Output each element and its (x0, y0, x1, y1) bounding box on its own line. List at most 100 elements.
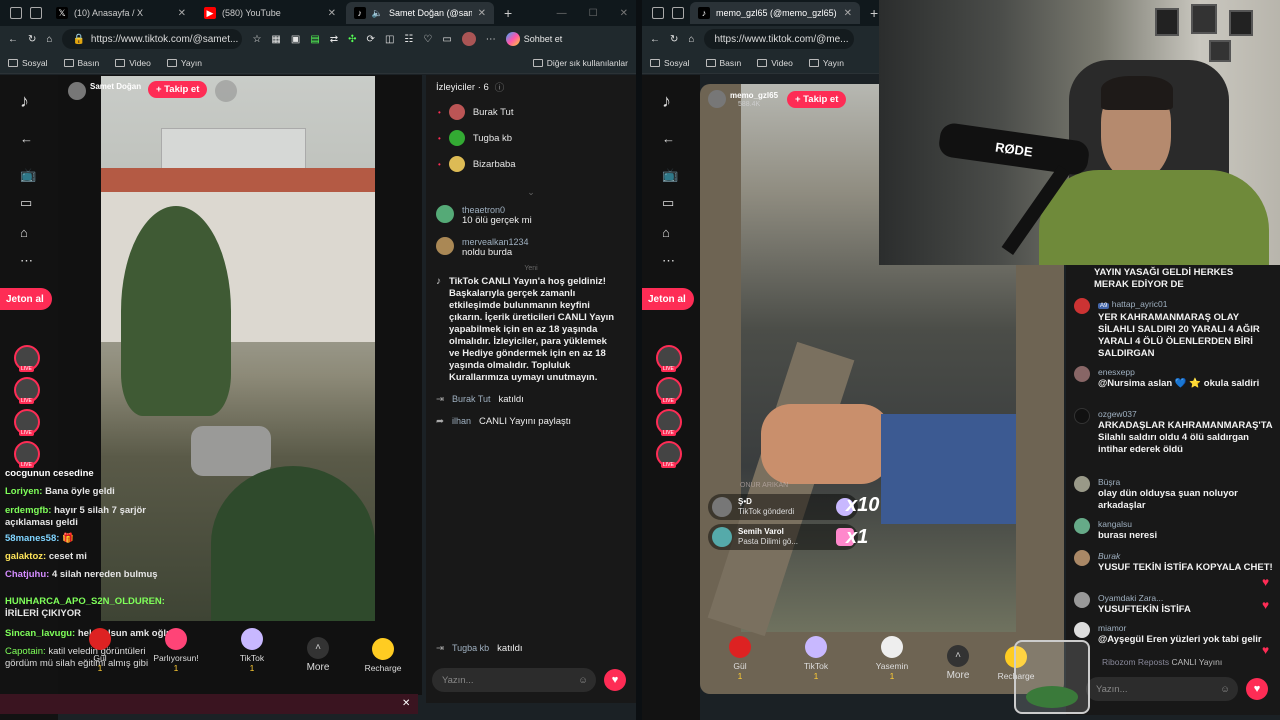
chat-user[interactable]: Büşra (1098, 476, 1274, 488)
minimize-button[interactable]: — (557, 8, 567, 19)
bookmark-sosyal[interactable]: Sosyal (8, 58, 48, 68)
like-button[interactable]: ♥ (604, 669, 626, 691)
home-icon[interactable]: ⌂ (662, 225, 670, 240)
follow-button[interactable]: + Takip et (787, 91, 847, 108)
live-avatar[interactable] (656, 441, 682, 468)
chevron-down-icon[interactable]: ⌄ (426, 177, 636, 201)
like-button[interactable]: ♥ (1246, 678, 1268, 700)
live-tv-icon[interactable]: 📺 (662, 167, 678, 183)
video-icon[interactable]: ▭ (20, 195, 32, 211)
home-icon[interactable]: ⌂ (46, 34, 52, 45)
url-field[interactable]: 🔒 https://www.tiktok.com/@samet... (62, 29, 243, 49)
streamer-name[interactable]: Samet Doğan (90, 82, 141, 91)
emoji-icon[interactable]: ☺ (578, 675, 588, 686)
more-icon[interactable]: ⋯ (20, 253, 33, 269)
gift-gul[interactable]: Gül 1 (62, 628, 138, 673)
back-icon[interactable]: ← (8, 34, 18, 45)
gift-yasemin[interactable]: Yasemin 1 (854, 636, 930, 681)
chat-user[interactable]: enesxepp (1098, 366, 1259, 378)
profile-avatar[interactable] (461, 32, 476, 46)
more-gifts-button[interactable]: ˄ More (290, 637, 346, 673)
bookmark-basin[interactable]: Basın (705, 58, 741, 68)
bookmark-yayin[interactable]: Yayın (166, 58, 202, 68)
live-avatar[interactable] (656, 409, 682, 436)
extension-icon[interactable]: ▦ (271, 34, 280, 45)
tab-actions-icon[interactable] (672, 7, 684, 19)
refresh-icon[interactable]: ↻ (670, 34, 678, 45)
chat-input[interactable]: Yazın... ☺ (1086, 677, 1238, 701)
bookmark-yayin[interactable]: Yayın (808, 58, 844, 68)
window-close-button[interactable]: ✕ (620, 8, 628, 19)
tab-tiktok[interactable]: ♪ 🔈 Samet Doğan (@samet46... ✕ (346, 2, 494, 24)
split-screen-icon[interactable]: ◫ (385, 34, 394, 45)
chat-user[interactable]: kangalsu (1098, 518, 1157, 530)
new-tab-button[interactable]: + (870, 5, 878, 21)
workspaces-icon[interactable] (652, 7, 664, 19)
url-field[interactable]: https://www.tiktok.com/@me... (704, 29, 855, 49)
viewer-row[interactable]: • Bizarbaba (426, 151, 636, 177)
streamer-name[interactable]: memo_gzl65 (730, 91, 778, 100)
live-avatar[interactable] (14, 409, 40, 436)
jeton-al-button[interactable]: Jeton al (0, 288, 52, 310)
live-avatar[interactable] (656, 345, 682, 372)
chat-user[interactable]: Oyamdaki Zara... (1098, 592, 1191, 604)
bookmark-video[interactable]: Video (757, 58, 793, 68)
extension-icon[interactable]: ✣ (348, 34, 356, 45)
streamer-avatar[interactable] (68, 82, 86, 100)
tab-actions-icon[interactable] (30, 7, 42, 19)
close-icon[interactable]: ✕ (328, 8, 336, 19)
video-icon[interactable]: ▭ (662, 195, 674, 211)
more-gifts-button[interactable]: ˄ More (930, 645, 986, 681)
new-tab-button[interactable]: + (504, 5, 512, 21)
recharge-button[interactable]: Recharge (346, 638, 420, 673)
close-icon[interactable]: ✕ (402, 698, 410, 709)
copilot-chat-button[interactable]: Sohbet et (505, 32, 562, 46)
emoji-icon[interactable]: ☺ (1220, 684, 1230, 695)
other-bookmarks[interactable]: Diğer sık kullanılanlar (532, 58, 628, 68)
back-arrow-icon[interactable]: ← (20, 131, 33, 146)
back-arrow-icon[interactable]: ← (662, 131, 675, 146)
streamer-avatar[interactable] (708, 90, 726, 108)
bookmark-sosyal[interactable]: Sosyal (650, 58, 690, 68)
chat-user[interactable]: theaetron0 (462, 205, 532, 215)
more-icon[interactable]: ⋯ (486, 34, 496, 45)
info-icon[interactable]: ⓘ (495, 80, 505, 94)
gift-tiktok[interactable]: TikTok 1 (214, 628, 290, 673)
more-icon[interactable]: ⋯ (662, 253, 675, 269)
gift-tiktok[interactable]: TikTok 1 (778, 636, 854, 681)
gift-gul[interactable]: Gül 1 (702, 636, 778, 681)
close-icon[interactable]: ✕ (178, 8, 186, 19)
chat-user[interactable]: miamor (1098, 622, 1262, 634)
live-tv-icon[interactable]: 📺 (20, 167, 36, 183)
chat-user[interactable]: Burak (1098, 550, 1273, 562)
close-icon[interactable]: ✕ (478, 8, 486, 19)
refresh-icon[interactable]: ↻ (28, 34, 36, 45)
heart-icon[interactable]: ♡ (423, 34, 432, 45)
chat-user[interactable]: ozgew037 (1098, 408, 1274, 420)
chat-user[interactable]: mervealkan1234 (462, 237, 529, 247)
home-icon[interactable]: ⌂ (688, 34, 694, 45)
live-avatar[interactable] (14, 377, 40, 404)
viewer-row[interactable]: • Tugba kb (426, 125, 636, 151)
extension-icon[interactable]: ▤ (310, 34, 319, 45)
extension-icon[interactable]: ⟳ (367, 34, 375, 45)
tab-tiktok[interactable]: ♪ memo_gzl65 (@memo_gzl65) CAN... ✕ (690, 2, 860, 24)
viewer-row[interactable]: • Burak Tut (426, 99, 636, 125)
event-user[interactable]: Tugba kb (452, 643, 489, 655)
screenshot-icon[interactable]: ▭ (442, 34, 451, 45)
live-avatar[interactable] (656, 377, 682, 404)
tiktok-logo-icon[interactable]: ♪ (662, 91, 671, 112)
workspaces-icon[interactable] (10, 7, 22, 19)
jeton-al-button[interactable]: Jeton al (642, 288, 694, 310)
live-avatar[interactable] (14, 441, 40, 468)
gift-parliyorsun[interactable]: Parlıyorsun! 1 (138, 628, 214, 673)
chat-input[interactable]: Yazın... ☺ (432, 668, 596, 692)
tiktok-logo-icon[interactable]: ♪ (20, 91, 29, 112)
chat-user[interactable]: hattap_ayric01 (1112, 299, 1168, 309)
speaker-icon[interactable]: 🔈 (372, 7, 384, 19)
follow-button[interactable]: + Takip et (148, 81, 208, 98)
maximize-button[interactable]: ☐ (589, 8, 598, 19)
event-user[interactable]: Ribozom Reposts (1102, 657, 1169, 667)
back-icon[interactable]: ← (650, 34, 660, 45)
tab-youtube[interactable]: ▶ (580) YouTube ✕ (196, 2, 344, 24)
